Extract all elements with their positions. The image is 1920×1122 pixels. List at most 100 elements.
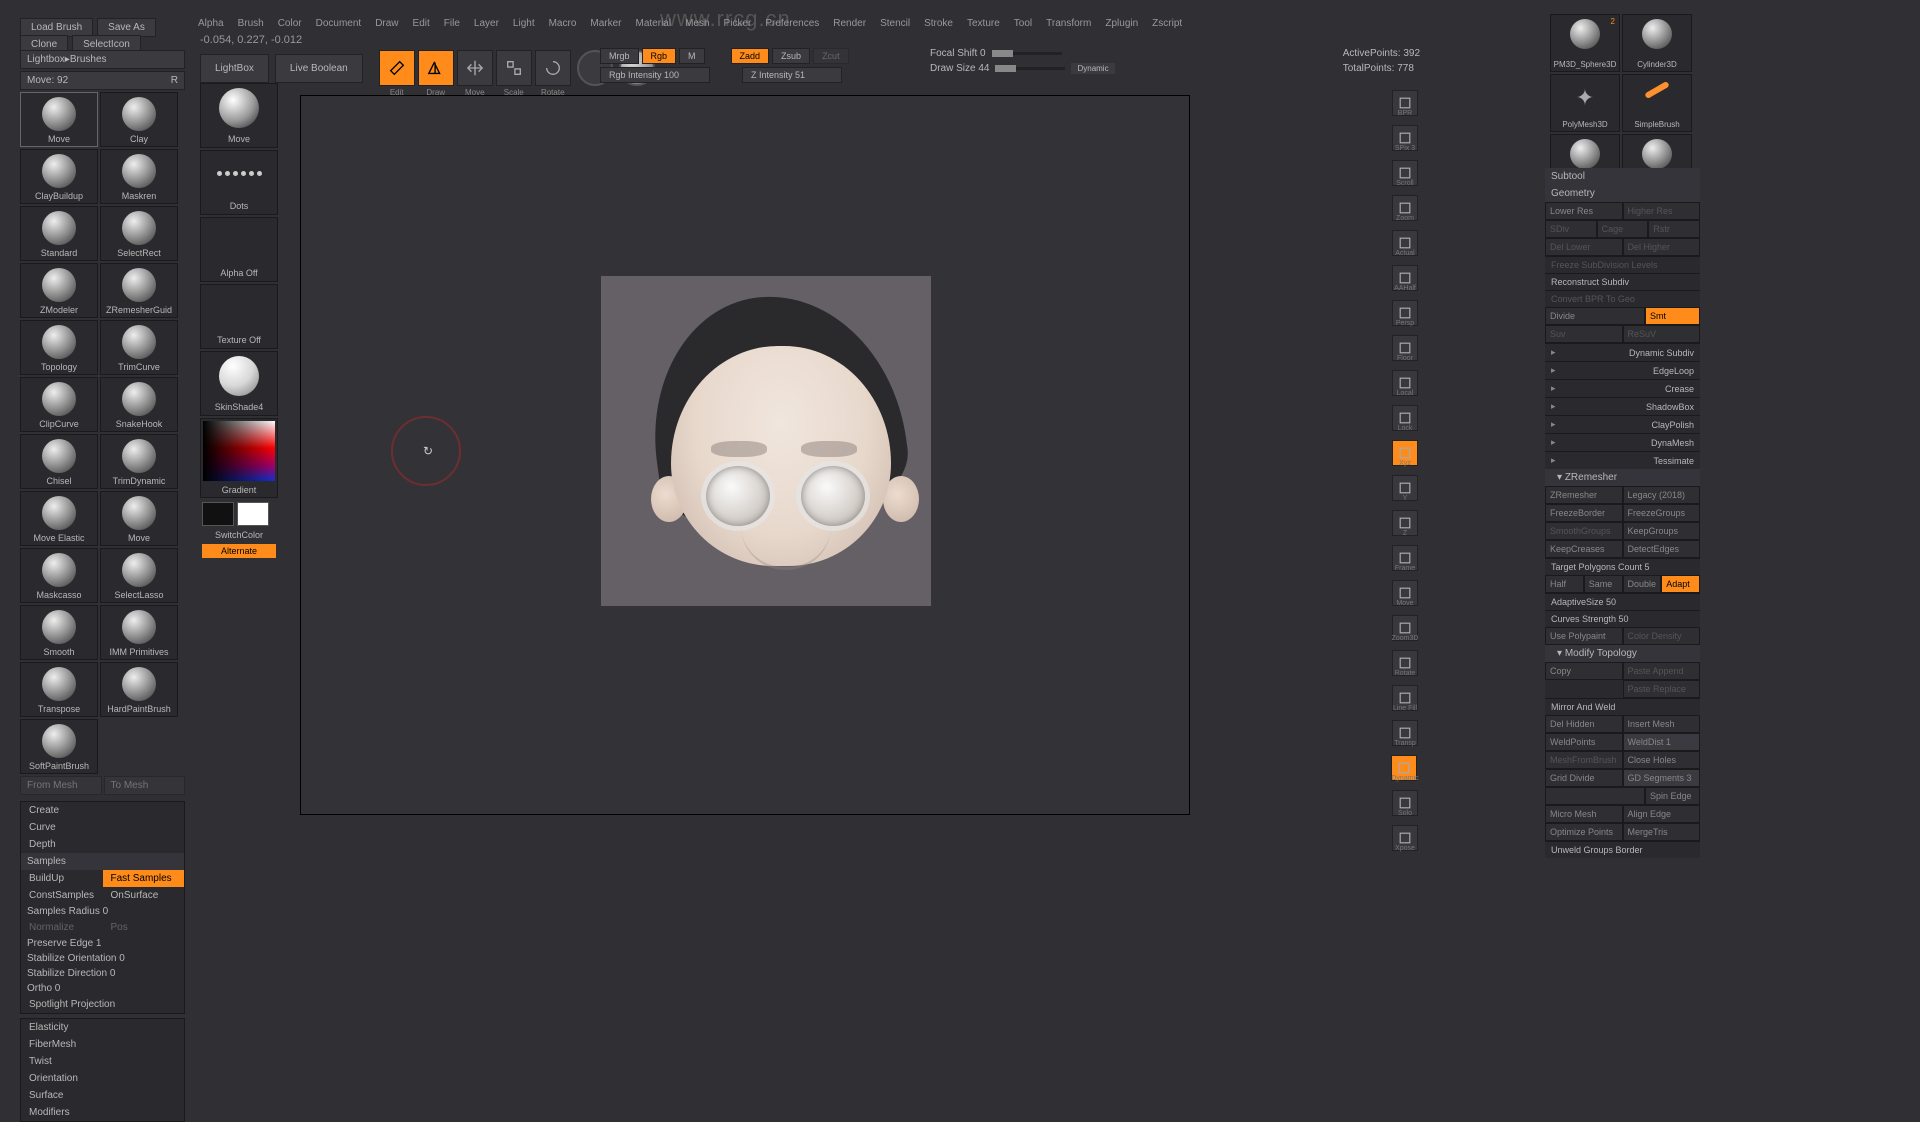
brush-imm-primitives[interactable]: IMM Primitives	[100, 605, 178, 660]
brush-smooth[interactable]: Smooth	[20, 605, 98, 660]
menu-marker[interactable]: Marker	[590, 18, 621, 29]
higher-res-button[interactable]: Higher Res	[1623, 202, 1701, 220]
subtool-section[interactable]: Subtool	[1545, 168, 1700, 185]
rgb-toggle[interactable]: Rgb	[642, 48, 677, 64]
smt-toggle[interactable]: Smt	[1645, 307, 1700, 325]
brush-move[interactable]: Move	[20, 92, 98, 147]
freeze-border-toggle[interactable]: FreezeBorder	[1545, 504, 1623, 522]
spin-edge-button[interactable]: Spin Edge	[1645, 787, 1700, 805]
micro-mesh-button[interactable]: Micro Mesh	[1545, 805, 1623, 823]
dynamic-subdiv-section[interactable]: Dynamic Subdiv	[1545, 343, 1700, 361]
edgeloop-section[interactable]: EdgeLoop	[1545, 361, 1700, 379]
brush-zremesherguid[interactable]: ZRemesherGuid	[100, 263, 178, 318]
suv-toggle[interactable]: Suv	[1545, 325, 1623, 343]
same-button[interactable]: Same	[1584, 575, 1623, 593]
convert-bpr-button[interactable]: Convert BPR To Geo	[1545, 290, 1700, 307]
menu-picker[interactable]: Picker	[724, 18, 752, 29]
switch-color-button[interactable]: SwitchColor	[200, 528, 278, 542]
brush-trimdynamic[interactable]: TrimDynamic	[100, 434, 178, 489]
lower-res-button[interactable]: Lower Res	[1545, 202, 1623, 220]
brush-selectlasso[interactable]: SelectLasso	[100, 548, 178, 603]
brush-chisel[interactable]: Chisel	[20, 434, 98, 489]
weld-points-button[interactable]: WeldPoints	[1545, 733, 1623, 751]
brush-move-elastic[interactable]: Move Elastic	[20, 491, 98, 546]
m-toggle[interactable]: M	[679, 48, 705, 64]
brush-trimcurve[interactable]: TrimCurve	[100, 320, 178, 375]
depth-section[interactable]: Depth	[21, 836, 184, 853]
brush-zmodeler[interactable]: ZModeler	[20, 263, 98, 318]
freeze-subdiv-toggle[interactable]: Freeze SubDivision Levels	[1545, 256, 1700, 273]
current-stroke[interactable]: Dots	[200, 150, 278, 215]
current-brush[interactable]: Move	[200, 83, 278, 148]
menu-render[interactable]: Render	[833, 18, 866, 29]
const-samples-toggle[interactable]: ConstSamples	[21, 887, 103, 904]
half-button[interactable]: Half	[1545, 575, 1584, 593]
shadowbox-section[interactable]: ShadowBox	[1545, 397, 1700, 415]
cage-toggle[interactable]: Cage	[1597, 220, 1649, 238]
target-polygons-slider[interactable]: Target Polygons Count 5	[1545, 558, 1700, 575]
grid-divide-button[interactable]: Grid Divide	[1545, 769, 1623, 787]
stabilize-direction-slider[interactable]: Stabilize Direction 0	[27, 968, 115, 979]
dynamic-toggle[interactable]: Dynamic	[1071, 63, 1114, 74]
menu-macro[interactable]: Macro	[549, 18, 577, 29]
zremesher-section[interactable]: ▾ ZRemesher	[1545, 469, 1700, 486]
curve-section[interactable]: Curve	[21, 819, 184, 836]
zcut-toggle[interactable]: Zcut	[813, 48, 849, 64]
brush-claybuildup[interactable]: ClayBuildup	[20, 149, 98, 204]
zsub-toggle[interactable]: Zsub	[772, 48, 810, 64]
focal-shift-slider[interactable]	[992, 52, 1062, 55]
paste-replace-button[interactable]: Paste Replace	[1623, 680, 1701, 698]
gd-segments-slider[interactable]: GD Segments 3	[1623, 769, 1701, 787]
move-r-button[interactable]: R	[171, 75, 178, 86]
current-texture[interactable]: Texture Off	[200, 284, 278, 349]
modify-topology-section[interactable]: ▾ Modify Topology	[1545, 645, 1700, 662]
menu-edit[interactable]: Edit	[413, 18, 430, 29]
menu-document[interactable]: Document	[316, 18, 362, 29]
to-mesh-button[interactable]: To Mesh	[104, 776, 186, 795]
weld-dist-slider[interactable]: WeldDist 1	[1623, 733, 1701, 751]
brush-standard[interactable]: Standard	[20, 206, 98, 261]
elasticity-section[interactable]: Elasticity	[21, 1019, 184, 1036]
menu-preferences[interactable]: Preferences	[765, 18, 819, 29]
tool-cylinder3d[interactable]: Cylinder3D	[1622, 14, 1692, 72]
menu-stroke[interactable]: Stroke	[924, 18, 953, 29]
dynamesh-section[interactable]: DynaMesh	[1545, 433, 1700, 451]
secondary-color-swatch[interactable]	[202, 502, 234, 526]
draw-size-slider[interactable]	[995, 67, 1065, 70]
align-edge-button[interactable]: Align Edge	[1623, 805, 1701, 823]
merge-tris-button[interactable]: MergeTris	[1623, 823, 1701, 841]
mrgb-toggle[interactable]: Mrgb	[600, 48, 639, 64]
menu-mesh[interactable]: Mesh	[685, 18, 709, 29]
create-section[interactable]: Create	[21, 802, 184, 819]
unweld-groups-border-button[interactable]: Unweld Groups Border	[1545, 841, 1700, 858]
samples-radius-slider[interactable]: Samples Radius 0	[27, 906, 108, 917]
viewport-canvas[interactable]	[300, 95, 1190, 815]
lightbox-breadcrumb[interactable]: Lightbox▸Brushes	[20, 50, 185, 69]
buildup-toggle[interactable]: BuildUp	[21, 870, 103, 887]
ortho-slider[interactable]: Ortho 0	[27, 983, 60, 994]
rgb-intensity-slider[interactable]: Rgb Intensity 100	[600, 67, 710, 83]
normalize-toggle[interactable]: Normalize	[21, 919, 103, 936]
menu-layer[interactable]: Layer	[474, 18, 499, 29]
tool-simplebrush[interactable]: SimpleBrush	[1622, 74, 1692, 132]
fast-samples-toggle[interactable]: Fast Samples	[103, 870, 185, 887]
brush-topology[interactable]: Topology	[20, 320, 98, 375]
on-surface-toggle[interactable]: OnSurface	[103, 887, 185, 904]
del-lower-button[interactable]: Del Lower	[1545, 238, 1623, 256]
tool-pm3d_sphere3d[interactable]: 2PM3D_Sphere3D	[1550, 14, 1620, 72]
z-intensity-slider[interactable]: Z Intensity 51	[742, 67, 842, 83]
claypolish-section[interactable]: ClayPolish	[1545, 415, 1700, 433]
brush-snakehook[interactable]: SnakeHook	[100, 377, 178, 432]
freeze-groups-toggle[interactable]: FreezeGroups	[1623, 504, 1701, 522]
alternate-button[interactable]: Alternate	[202, 544, 276, 558]
fibermesh-section[interactable]: FiberMesh	[21, 1036, 184, 1053]
geometry-section[interactable]: Geometry	[1545, 185, 1700, 202]
brush-transpose[interactable]: Transpose	[20, 662, 98, 717]
mesh-from-brush-button[interactable]: MeshFromBrush	[1545, 751, 1623, 769]
brush-selectrect[interactable]: SelectRect	[100, 206, 178, 261]
paste-append-button[interactable]: Paste Append	[1623, 662, 1701, 680]
close-holes-button[interactable]: Close Holes	[1623, 751, 1701, 769]
menu-draw[interactable]: Draw	[375, 18, 398, 29]
menu-tool[interactable]: Tool	[1014, 18, 1032, 29]
brush-hardpaintbrush[interactable]: HardPaintBrush	[100, 662, 178, 717]
